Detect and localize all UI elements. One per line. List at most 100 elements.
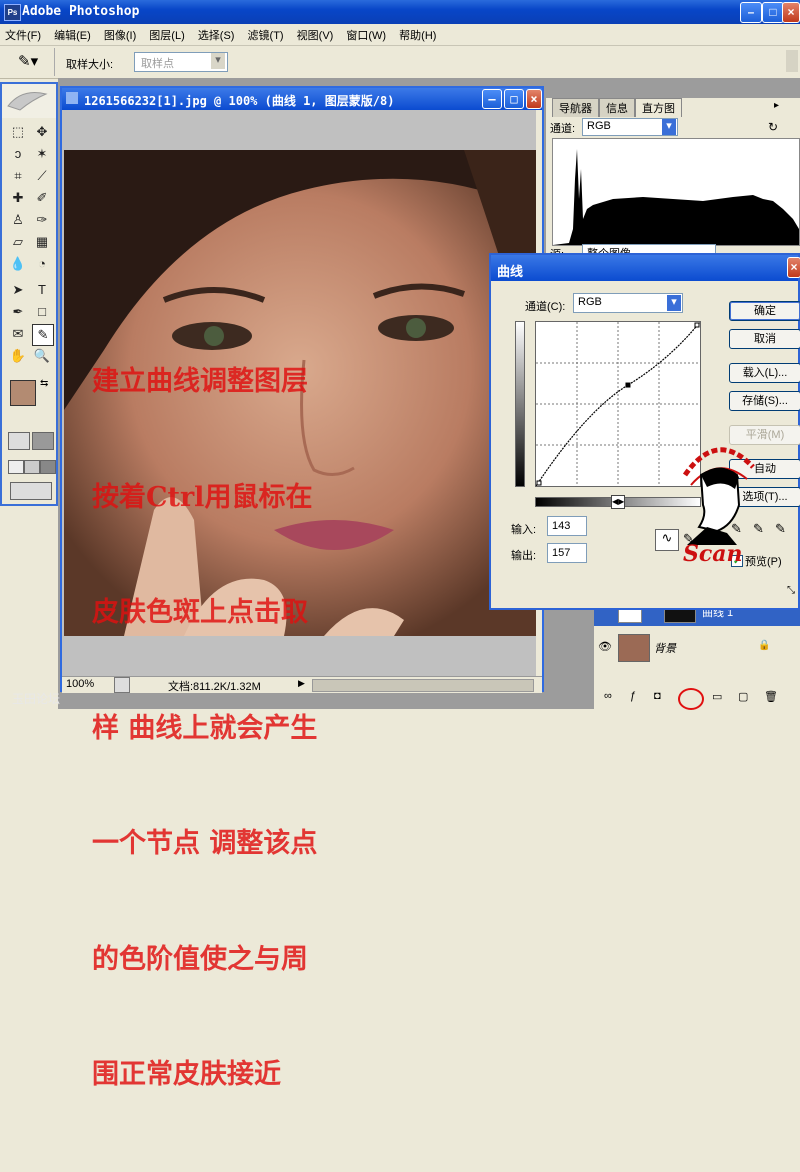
screen-mode-standard-icon[interactable] xyxy=(8,460,24,474)
tab-histogram[interactable]: 直方图 xyxy=(635,98,682,117)
menu-window[interactable]: 窗口(W) xyxy=(341,24,391,46)
curve-endpoint-black xyxy=(536,480,542,486)
cancel-button[interactable]: 取消 xyxy=(729,329,800,349)
scan-watermark-logo: Scan xyxy=(677,435,757,575)
layer-buttons-bar: ∞ ƒ ◘ ▭ ▢ 🗑 xyxy=(600,688,800,710)
menu-select[interactable]: 选择(S) xyxy=(193,24,240,46)
status-menu-icon[interactable] xyxy=(114,677,130,693)
load-button[interactable]: 载入(L)... xyxy=(729,363,800,383)
doc-minimize-button[interactable]: – xyxy=(482,89,502,109)
minimize-button[interactable]: – xyxy=(740,2,762,23)
horizontal-scrollbar[interactable] xyxy=(312,679,534,692)
menu-file[interactable]: 文件(F) xyxy=(0,24,46,46)
hand-tool-icon[interactable]: ✋ xyxy=(8,346,28,366)
white-eyedropper-icon[interactable]: ✎ xyxy=(775,521,786,537)
output-label: 输出: xyxy=(511,550,537,562)
curves-channel-select[interactable]: RGB ▾ xyxy=(573,293,683,313)
curve-grid xyxy=(535,321,701,487)
panel-menu-icon[interactable]: ▸ xyxy=(774,100,779,111)
ok-button[interactable]: 确定 xyxy=(729,301,800,321)
menu-filter[interactable]: 滤镜(T) xyxy=(243,24,289,46)
doc-close-button[interactable]: × xyxy=(526,89,542,109)
lasso-tool-icon[interactable]: ↄ xyxy=(8,144,28,164)
maximize-button[interactable]: □ xyxy=(762,2,784,23)
curve-endpoint-white xyxy=(694,322,700,328)
clone-stamp-tool-icon[interactable]: ♙ xyxy=(8,210,28,230)
screen-mode-full-menu-icon[interactable] xyxy=(24,460,40,474)
pen-tool-icon[interactable]: ✒ xyxy=(8,302,28,322)
blur-tool-icon[interactable]: 💧 xyxy=(8,254,28,274)
link-icon[interactable]: ∞ xyxy=(604,690,612,702)
trash-icon[interactable]: 🗑 xyxy=(764,690,778,703)
swap-colors-icon[interactable]: ⇆ xyxy=(40,378,48,389)
brush-tool-icon[interactable]: ✐ xyxy=(32,188,52,208)
chevron-down-icon: ▾ xyxy=(662,119,676,135)
layer-row-background[interactable]: 👁 背景 🔒 xyxy=(594,632,800,662)
notes-tool-icon[interactable]: ✉ xyxy=(8,324,28,344)
sample-size-select[interactable]: 取样点 ▾ xyxy=(134,52,228,72)
save-button[interactable]: 存储(S)... xyxy=(729,391,800,411)
app-title-bar: Ps Adobe Photoshop – □ × xyxy=(0,0,800,24)
path-selection-tool-icon[interactable]: ➤ xyxy=(8,280,28,300)
channel-label: 通道: xyxy=(550,123,576,135)
jump-to-imageready-icon[interactable] xyxy=(10,482,52,500)
screen-mode-full-icon[interactable] xyxy=(40,460,56,474)
slice-tool-icon[interactable]: ⟋ xyxy=(32,166,52,186)
foreground-color-swatch[interactable] xyxy=(10,380,36,406)
curves-channel-label: 通道(C): xyxy=(525,301,566,313)
histogram-channel-value: RGB xyxy=(587,120,611,132)
menu-edit[interactable]: 编辑(E) xyxy=(49,24,96,46)
gradient-tool-icon[interactable]: ▦ xyxy=(32,232,52,252)
zoom-tool-icon[interactable]: 🔍 xyxy=(32,346,52,366)
tab-navigator[interactable]: 导航器 xyxy=(552,98,599,117)
input-field[interactable]: 143 xyxy=(547,516,587,536)
close-button[interactable]: × xyxy=(782,2,800,23)
quick-mask-icon[interactable] xyxy=(32,432,54,450)
standard-mode-icon[interactable] xyxy=(8,432,30,450)
status-arrow-icon[interactable]: ▶ xyxy=(298,678,305,689)
curves-close-button[interactable]: × xyxy=(787,257,800,278)
eyedropper-tool-icon[interactable]: ✎ xyxy=(32,324,54,346)
curves-dialog: 曲线 × 通道(C): RGB ▾ ◀▶ 输入: 143 输出: 157 ∿ ✎… xyxy=(489,253,800,610)
resize-icon[interactable]: ⤡ xyxy=(787,585,795,596)
lock-icon: 🔒 xyxy=(758,640,771,651)
shape-tool-icon[interactable]: □ xyxy=(32,302,52,322)
output-field[interactable]: 157 xyxy=(547,543,587,563)
menu-help[interactable]: 帮助(H) xyxy=(394,24,441,46)
document-status-bar: 100% 文档:811.2K/1.32M ▶ xyxy=(62,676,542,693)
dodge-tool-icon[interactable]: ◔ xyxy=(32,254,52,274)
zoom-level[interactable]: 100% xyxy=(66,678,94,690)
tab-info[interactable]: 信息 xyxy=(599,98,635,117)
healing-brush-tool-icon[interactable]: ✚ xyxy=(8,188,28,208)
histogram-channel-select[interactable]: RGB ▾ xyxy=(582,118,678,136)
history-brush-tool-icon[interactable]: ✑ xyxy=(32,210,52,230)
document-window: 1261566232[1].jpg @ 100% (曲线 1, 图层蒙版/8) … xyxy=(60,86,544,1090)
layer-style-icon[interactable]: ƒ xyxy=(630,690,636,702)
layers-panel: 曲线 1 👁 背景 🔒 ∞ ƒ ◘ ▭ ▢ 🗑 xyxy=(594,596,800,710)
doc-maximize-button[interactable]: □ xyxy=(504,89,524,109)
new-layer-icon[interactable]: ▢ xyxy=(738,690,748,703)
refresh-icon[interactable]: ↻ xyxy=(768,120,778,134)
adjustment-layer-icon[interactable] xyxy=(678,688,704,710)
magic-wand-tool-icon[interactable]: ✶ xyxy=(32,144,52,164)
curves-channel-value: RGB xyxy=(578,296,602,308)
move-tool-icon[interactable]: ✥ xyxy=(32,122,52,142)
menu-layer[interactable]: 图层(L) xyxy=(144,24,189,46)
curve-mode-icon[interactable]: ∿ xyxy=(655,529,679,551)
marquee-tool-icon[interactable]: ⬚ xyxy=(8,122,28,142)
new-group-icon[interactable]: ▭ xyxy=(712,690,722,703)
crop-tool-icon[interactable]: ⌗ xyxy=(8,166,28,186)
output-gradient-bar xyxy=(515,321,525,487)
type-tool-icon[interactable]: T xyxy=(32,280,52,300)
palette-well[interactable] xyxy=(786,50,798,72)
eye-visibility-icon[interactable]: 👁 xyxy=(598,640,612,653)
background-thumbnail xyxy=(618,634,650,662)
add-mask-icon[interactable]: ◘ xyxy=(654,690,661,702)
menu-image[interactable]: 图像(I) xyxy=(99,24,141,46)
app-title: Adobe Photoshop xyxy=(22,4,140,19)
eyedropper-tool-preset-icon[interactable]: ✎▾ xyxy=(18,52,38,70)
eraser-tool-icon[interactable]: ▱ xyxy=(8,232,28,252)
scan-portrait-logo-icon xyxy=(682,447,755,545)
menu-view[interactable]: 视图(V) xyxy=(292,24,339,46)
gradient-swap-icon[interactable]: ◀▶ xyxy=(611,495,625,509)
